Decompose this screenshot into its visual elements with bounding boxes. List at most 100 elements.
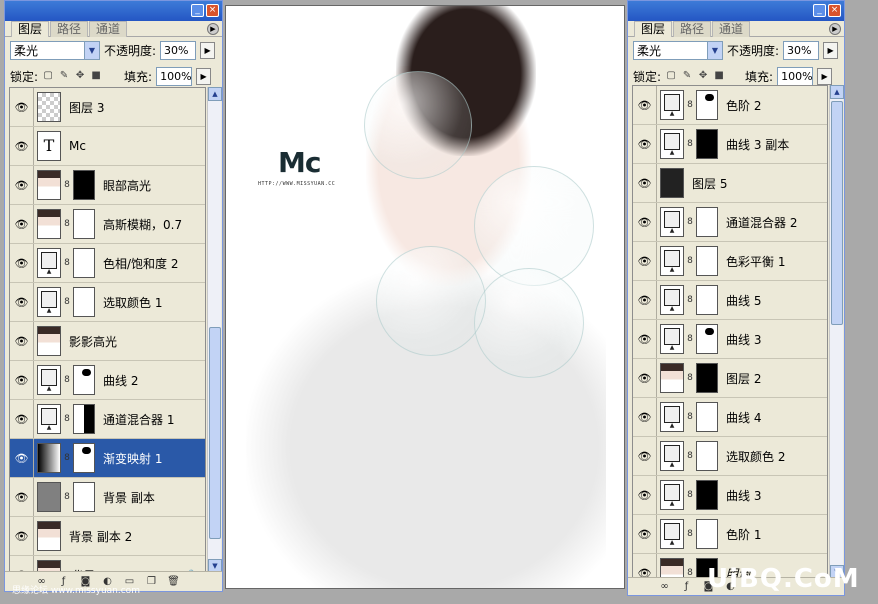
layer-mask-thumbnail[interactable] — [73, 365, 95, 395]
layer-name[interactable]: 眼部高光 — [103, 177, 151, 194]
layer-thumbnail[interactable] — [660, 246, 684, 276]
fill-input[interactable]: 100% — [777, 66, 814, 86]
scroll-up-icon[interactable]: ▲ — [830, 85, 844, 99]
chain-link-icon[interactable]: 8 — [61, 453, 73, 463]
eye-icon[interactable]: 👁 — [633, 242, 657, 280]
opacity-slider-button[interactable]: ▶ — [823, 41, 839, 59]
chain-link-icon[interactable]: 8 — [684, 373, 696, 383]
opacity-slider-button[interactable]: ▶ — [200, 41, 216, 59]
layer-row[interactable]: 👁 背景 副本 2 — [10, 517, 205, 556]
eye-icon[interactable]: 👁 — [10, 439, 34, 477]
chain-link-icon[interactable]: 8 — [61, 375, 73, 385]
lock-brush-icon[interactable]: ✎ — [681, 70, 693, 82]
fill-input[interactable]: 100% — [156, 66, 193, 86]
layer-mask-thumbnail[interactable] — [73, 482, 95, 512]
eye-icon[interactable]: 👁 — [10, 517, 34, 555]
layer-name[interactable]: 影影高光 — [69, 333, 117, 350]
layer-row[interactable]: 👁 8 通道混合器 1 — [10, 400, 205, 439]
link-icon[interactable]: ∞ — [658, 580, 671, 593]
trash-icon[interactable]: 🗑 — [167, 575, 180, 588]
tab-paths[interactable]: 路径 — [50, 21, 89, 37]
eye-icon[interactable]: 👁 — [633, 398, 657, 436]
tab-layers[interactable]: 图层 — [634, 21, 673, 37]
scroll-thumb[interactable] — [209, 327, 221, 539]
layer-mask-thumbnail[interactable] — [73, 248, 95, 278]
blend-mode-select[interactable]: 柔光 ▼ — [633, 40, 723, 60]
layer-row[interactable]: 👁 8 通道混合器 2 — [633, 203, 827, 242]
layer-name[interactable]: 通道混合器 1 — [103, 411, 174, 428]
scroll-thumb[interactable] — [831, 101, 843, 325]
eye-icon[interactable]: 👁 — [10, 127, 34, 165]
layer-mask-thumbnail[interactable] — [696, 441, 718, 471]
lock-move-icon[interactable]: ✥ — [697, 70, 709, 82]
fill-slider-button[interactable]: ▶ — [196, 67, 212, 85]
layer-thumbnail[interactable] — [37, 287, 61, 317]
eye-icon[interactable]: 👁 — [10, 166, 34, 204]
layer-name[interactable]: 图层 5 — [692, 175, 727, 192]
layer-name[interactable]: 曲线 5 — [726, 292, 761, 309]
layer-mask-thumbnail[interactable] — [696, 246, 718, 276]
scroll-up-icon[interactable]: ▲ — [208, 87, 222, 101]
chain-link-icon[interactable]: 8 — [684, 139, 696, 149]
layer-row[interactable]: 👁 8 背景 副本 — [10, 478, 205, 517]
layer-thumbnail[interactable]: T — [37, 131, 61, 161]
layer-row[interactable]: 👁 8 曲线 3 — [633, 476, 827, 515]
layer-row[interactable]: 👁 8 色彩平衡 1 — [633, 242, 827, 281]
layer-thumbnail[interactable] — [37, 482, 61, 512]
panel-menu-icon[interactable]: ▶ — [207, 23, 219, 35]
eye-icon[interactable]: 👁 — [10, 361, 34, 399]
layer-mask-thumbnail[interactable] — [696, 285, 718, 315]
layer-thumbnail[interactable] — [660, 207, 684, 237]
layer-thumbnail[interactable] — [660, 324, 684, 354]
layer-thumbnail[interactable] — [660, 441, 684, 471]
close-icon[interactable]: × — [828, 4, 841, 17]
layer-name[interactable]: 图层 2 — [726, 370, 761, 387]
layer-thumbnail[interactable] — [37, 521, 61, 551]
layer-name[interactable]: Mc — [69, 139, 86, 153]
tab-layers[interactable]: 图层 — [11, 21, 50, 37]
layer-thumbnail[interactable] — [37, 443, 61, 473]
layer-mask-thumbnail[interactable] — [696, 519, 718, 549]
layer-row[interactable]: 👁 图层 5 — [633, 164, 827, 203]
layer-mask-thumbnail[interactable] — [73, 170, 95, 200]
lock-move-icon[interactable]: ✥ — [74, 70, 86, 82]
layer-name[interactable]: 选取颜色 2 — [726, 448, 785, 465]
opacity-input[interactable]: 30% — [783, 40, 820, 60]
layer-name[interactable]: 曲线 2 — [103, 372, 138, 389]
layer-name[interactable]: 色彩平衡 1 — [726, 253, 785, 270]
layer-row[interactable]: 👁 8 色阶 1 — [633, 515, 827, 554]
layer-row[interactable]: 👁 8 图层 2 — [633, 359, 827, 398]
new-layer-icon[interactable]: ❐ — [145, 575, 158, 588]
layer-mask-thumbnail[interactable] — [696, 324, 718, 354]
layer-mask-thumbnail[interactable] — [696, 402, 718, 432]
layer-row[interactable]: 👁 8 曲线 4 — [633, 398, 827, 437]
minimize-icon[interactable]: _ — [813, 4, 826, 17]
chain-link-icon[interactable]: 8 — [61, 492, 73, 502]
layer-name[interactable]: 色相/饱和度 2 — [103, 255, 179, 272]
eye-icon[interactable]: 👁 — [633, 320, 657, 358]
panel-titlebar[interactable]: _ × — [628, 1, 844, 21]
layer-thumbnail[interactable] — [660, 480, 684, 510]
eye-icon[interactable]: 👁 — [633, 164, 657, 202]
chain-link-icon[interactable]: 8 — [684, 295, 696, 305]
layer-name[interactable]: 曲线 3 — [726, 331, 761, 348]
blend-mode-select[interactable]: 柔光 ▼ — [10, 40, 100, 60]
layer-thumbnail[interactable] — [660, 402, 684, 432]
layer-mask-thumbnail[interactable] — [696, 207, 718, 237]
lock-all-icon[interactable]: ■ — [713, 70, 725, 82]
layer-name[interactable]: 通道混合器 2 — [726, 214, 797, 231]
chain-link-icon[interactable]: 8 — [684, 334, 696, 344]
panel-titlebar[interactable]: _ × — [5, 1, 222, 21]
layer-name[interactable]: 背景 副本 — [103, 489, 155, 506]
layer-name[interactable]: 曲线 3 副本 — [726, 136, 789, 153]
layer-row[interactable]: 👁 8 色阶 2 — [633, 86, 827, 125]
eye-icon[interactable]: 👁 — [10, 283, 34, 321]
layer-thumbnail[interactable] — [37, 365, 61, 395]
layer-row[interactable]: 👁 8 曲线 3 — [633, 320, 827, 359]
layer-thumbnail[interactable] — [660, 129, 684, 159]
eye-icon[interactable]: 👁 — [633, 476, 657, 514]
layer-thumbnail[interactable] — [660, 558, 684, 578]
eye-icon[interactable]: 👁 — [633, 203, 657, 241]
layer-row[interactable]: 👁 影影高光 — [10, 322, 205, 361]
layer-name[interactable]: 高斯模糊，0.7 — [103, 216, 182, 233]
